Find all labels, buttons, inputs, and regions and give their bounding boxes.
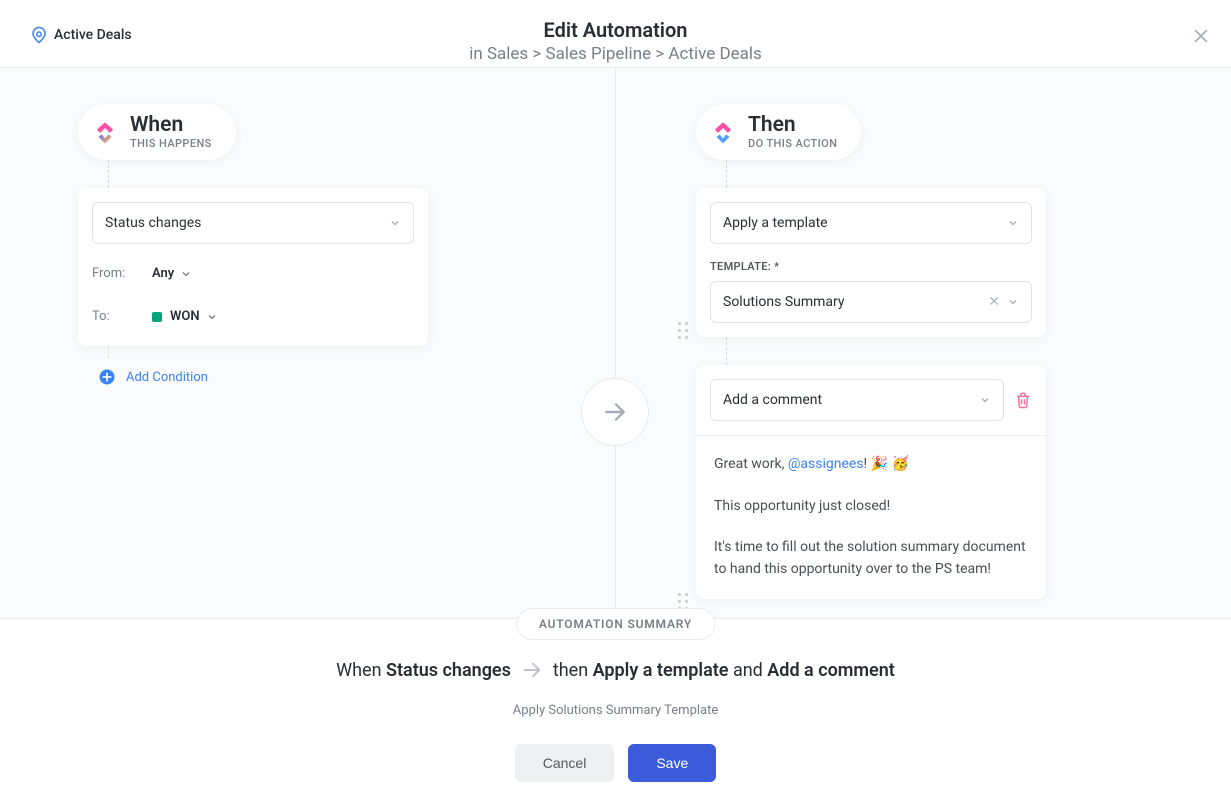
trigger-select[interactable]: Status changes [92,202,414,244]
chevron-down-icon [180,268,192,280]
comment-text: This opportunity just closed! [714,496,1028,518]
comment-mention: @assignees [788,456,864,472]
connector-line [726,160,727,188]
location-name: Active Deals [54,27,132,43]
from-status-select[interactable]: Any [152,266,192,281]
when-column: When THIS HAPPENS Status changes From: A… [78,104,428,386]
action-template-card: Apply a template TEMPLATE: * Solutions S… [696,188,1046,337]
automation-summary-badge: AUTOMATION SUMMARY [516,608,715,640]
clickup-logo-icon [710,119,736,145]
when-label: When [130,114,212,137]
chevron-down-icon [979,394,991,406]
action-select[interactable]: Add a comment [710,379,1004,421]
connector-line [108,160,109,188]
then-column: Then DO THIS ACTION Apply a template TEM… [696,104,1046,599]
from-label: From: [92,266,152,281]
from-value: Any [152,266,174,281]
location-indicator: Active Deals [30,26,132,44]
trigger-card: Status changes From: Any To: WON [78,188,428,346]
clear-template-button[interactable]: ✕ [988,294,1000,310]
center-divider [615,68,616,618]
summary-sentence: When Status changes then Apply a templat… [0,659,1231,681]
action-select[interactable]: Apply a template [710,202,1032,244]
breadcrumb: in Sales > Sales Pipeline > Active Deals [0,44,1231,64]
to-label: To: [92,309,152,324]
to-value: WON [170,309,200,324]
to-status-select[interactable]: WON [152,309,218,324]
summary-action1: Apply a template [593,660,729,681]
trigger-value: Status changes [105,215,201,231]
to-status-row: To: WON [92,309,414,324]
plus-circle-icon [98,368,116,386]
then-sublabel: DO THIS ACTION [748,137,837,150]
close-button[interactable] [1191,26,1211,46]
comment-editor[interactable]: Great work, @assignees! 🎉 🥳 This opportu… [710,450,1032,581]
comment-text: Great work, [714,456,788,472]
status-color-swatch [152,312,162,322]
connector-line [726,337,727,365]
action-value: Apply a template [723,215,828,231]
add-condition-label: Add Condition [126,370,208,385]
template-value: Solutions Summary [723,294,845,310]
close-icon [1191,26,1211,46]
template-select[interactable]: Solutions Summary [710,281,1032,323]
summary-text: When [336,660,386,681]
cancel-button[interactable]: Cancel [515,744,615,782]
drag-handle[interactable] [678,322,688,339]
summary-action2: Add a comment [767,660,895,681]
comment-text: It's time to fill out the solution summa… [714,537,1028,580]
save-button[interactable]: Save [628,744,716,782]
clickup-logo-icon [92,119,118,145]
location-pin-icon [30,26,48,44]
comment-text: ! 🎉 🥳 [864,456,909,472]
arrow-right-icon [521,659,543,681]
chevron-down-icon [206,311,218,323]
arrow-right-icon [602,399,628,425]
page-title: Edit Automation [0,18,1231,42]
flow-arrow-indicator [581,378,649,446]
action-value: Add a comment [723,392,822,408]
summary-footer: When Status changes then Apply a templat… [0,618,1231,782]
then-header-pill: Then DO THIS ACTION [696,104,861,160]
summary-subtext: Apply Solutions Summary Template [0,703,1231,718]
header: Active Deals Edit Automation in Sales > … [0,0,1231,68]
then-label: Then [748,114,837,137]
summary-text: and [728,660,767,681]
action-comment-card: Add a comment Great work, @assignees! 🎉 … [696,365,1046,599]
delete-action-button[interactable] [1014,391,1032,409]
summary-trigger: Status changes [386,660,511,681]
connector-line [108,346,109,358]
when-header-pill: When THIS HAPPENS [78,104,236,160]
summary-text: then [553,660,593,681]
when-sublabel: THIS HAPPENS [130,137,212,150]
divider [696,435,1046,436]
chevron-down-icon [1007,296,1019,308]
add-condition-button[interactable]: Add Condition [98,368,428,386]
automation-canvas: When THIS HAPPENS Status changes From: A… [0,68,1231,618]
template-field-label: TEMPLATE: * [710,260,1032,273]
chevron-down-icon [389,217,401,229]
from-status-row: From: Any [92,266,414,281]
chevron-down-icon [1007,217,1019,229]
